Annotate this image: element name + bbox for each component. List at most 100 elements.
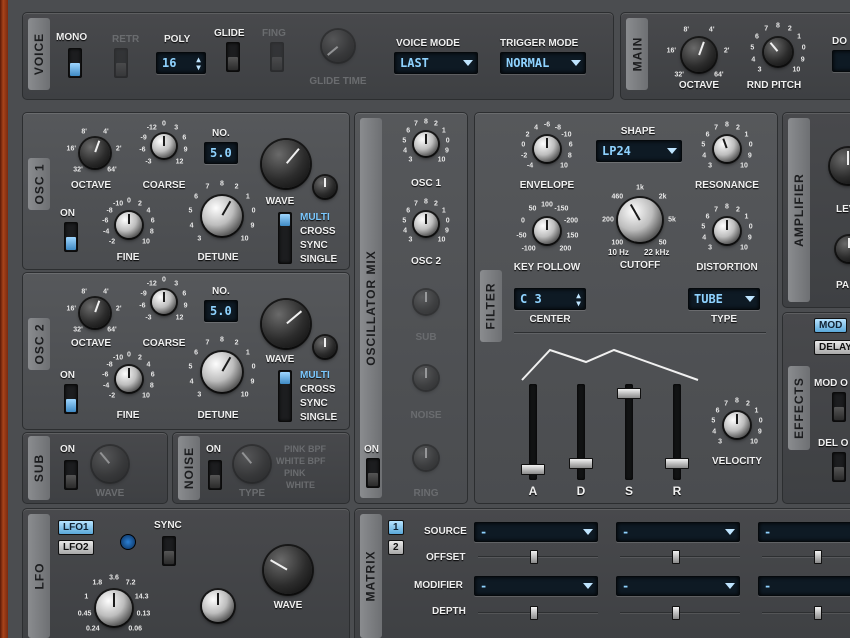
- matrix-slot3-depth-slider[interactable]: [762, 612, 850, 613]
- lfo-rate-knob[interactable]: [96, 590, 132, 626]
- main-octave-knob[interactable]: [682, 38, 716, 72]
- poly-display[interactable]: 16 ▲ ▼: [156, 52, 206, 74]
- effects-delay-switch[interactable]: [832, 452, 846, 482]
- lfo-led-button[interactable]: [120, 534, 136, 550]
- mix-osc1-knob[interactable]: [414, 132, 438, 156]
- filter-resonance-knob[interactable]: [714, 136, 740, 162]
- mix-noise-knob[interactable]: [414, 366, 438, 390]
- matrix-slot1-offset-slider[interactable]: [478, 556, 598, 557]
- noise-type-white-bpf[interactable]: WHITE BPF: [276, 456, 326, 466]
- fing-switch[interactable]: [270, 42, 284, 72]
- matrix-page1-button[interactable]: 1: [388, 520, 404, 535]
- lfo2-button[interactable]: LFO2: [58, 540, 94, 555]
- matrix-slot1-modifier-dropdown[interactable]: -: [474, 576, 598, 596]
- osc2-detune-knob[interactable]: [202, 352, 242, 392]
- osc2-octave-knob[interactable]: [80, 298, 110, 328]
- lfo-wave-knob[interactable]: [264, 546, 312, 594]
- osc1-wave-sub-knob[interactable]: [314, 176, 336, 198]
- matrix-slot1-source-dropdown[interactable]: -: [474, 522, 598, 542]
- matrix-slot3-depth-handle[interactable]: [814, 606, 822, 620]
- osc1-octave-knob[interactable]: [80, 138, 110, 168]
- mix-sub-knob[interactable]: [414, 290, 438, 314]
- mono-switch[interactable]: [68, 48, 82, 78]
- matrix-slot3-modifier-dropdown[interactable]: -: [758, 576, 850, 596]
- filter-envelope-knob[interactable]: [534, 136, 560, 162]
- matrix-slot3-offset-handle[interactable]: [814, 550, 822, 564]
- filter-shape-dropdown[interactable]: LP24: [596, 140, 682, 162]
- mix-ring-knob[interactable]: [414, 446, 438, 470]
- trigger-mode-dropdown[interactable]: NORMAL: [500, 52, 586, 74]
- effects-delay-button[interactable]: DELAY: [814, 340, 850, 355]
- osc1-no-display[interactable]: 5.0: [204, 142, 238, 164]
- voice-mode-dropdown[interactable]: LAST: [394, 52, 478, 74]
- matrix-slot1-offset-handle[interactable]: [530, 550, 538, 564]
- knob-tick-number: 10: [740, 244, 748, 252]
- retr-switch[interactable]: [114, 48, 128, 78]
- adsr-sustain-slider[interactable]: [617, 384, 641, 480]
- osc1-fine-knob[interactable]: [116, 212, 142, 238]
- filter-cutoff-knob[interactable]: [618, 198, 662, 242]
- noise-type-knob[interactable]: [234, 446, 270, 482]
- osc1-on-switch[interactable]: [64, 222, 78, 252]
- matrix-page2-button[interactable]: 2: [388, 540, 404, 555]
- adsr-decay-slider[interactable]: [569, 384, 593, 480]
- knob-tick-number: -2: [108, 238, 116, 246]
- osc1-detune-knob[interactable]: [202, 196, 242, 236]
- adsr-release-slider[interactable]: [665, 384, 689, 480]
- effects-mod-button[interactable]: MOD: [814, 318, 848, 333]
- osc2-mode-switch[interactable]: [278, 370, 292, 422]
- osc1-mode-switch[interactable]: [278, 212, 292, 264]
- mix-ring-on-switch[interactable]: [366, 458, 380, 488]
- osc2-wave-knob[interactable]: [262, 300, 310, 348]
- glide-time-label: GLIDE TIME: [309, 76, 367, 87]
- osc2-fine-knob[interactable]: [116, 366, 142, 392]
- knob-tick-number: -100: [521, 245, 536, 253]
- effects-mod-switch[interactable]: [832, 392, 846, 422]
- osc2-mode-sync[interactable]: SYNC: [300, 398, 328, 409]
- sub-on-switch[interactable]: [64, 460, 78, 490]
- glide-time-knob[interactable]: [322, 30, 354, 62]
- sub-wave-knob[interactable]: [92, 446, 128, 482]
- matrix-slot2-offset-slider[interactable]: [620, 556, 740, 557]
- osc1-wave-knob[interactable]: [262, 140, 310, 188]
- matrix-slot2-depth-handle[interactable]: [672, 606, 680, 620]
- osc2-no-display[interactable]: 5.0: [204, 300, 238, 322]
- rnd-pitch-knob[interactable]: [764, 38, 792, 66]
- filter-distortion-knob[interactable]: [714, 218, 740, 244]
- matrix-slot1-depth-slider[interactable]: [478, 612, 598, 613]
- osc2-mode-multi[interactable]: MULTI: [300, 370, 330, 381]
- osc2-coarse-knob[interactable]: [152, 290, 176, 314]
- matrix-slot2-depth-slider[interactable]: [620, 612, 740, 613]
- matrix-slot2-offset-handle[interactable]: [672, 550, 680, 564]
- osc1-mode-single[interactable]: SINGLE: [300, 254, 337, 265]
- osc1-mode-sync[interactable]: SYNC: [300, 240, 328, 251]
- matrix-slot3-source-dropdown[interactable]: -: [758, 522, 850, 542]
- filter-center-display[interactable]: C 3 ▲ ▼: [514, 288, 586, 310]
- osc2-mode-single[interactable]: SINGLE: [300, 412, 337, 423]
- lfo-amount-knob[interactable]: [202, 590, 234, 622]
- glide-switch[interactable]: [226, 42, 240, 72]
- mix-osc2-knob[interactable]: [414, 212, 438, 236]
- filter-key-follow-knob[interactable]: [534, 218, 560, 244]
- filter-type-dropdown[interactable]: TUBE: [688, 288, 760, 310]
- adsr-attack-slider[interactable]: [521, 384, 545, 480]
- knob-tick-number: -150: [554, 205, 569, 213]
- matrix-slot2-source-dropdown[interactable]: -: [616, 522, 740, 542]
- matrix-slot1-depth-handle[interactable]: [530, 606, 538, 620]
- osc2-wave-sub-knob[interactable]: [314, 336, 336, 358]
- osc2-mode-cross[interactable]: CROSS: [300, 384, 336, 395]
- osc1-mode-multi[interactable]: MULTI: [300, 212, 330, 223]
- lfo1-button[interactable]: LFO1: [58, 520, 94, 535]
- osc1-coarse-knob[interactable]: [152, 134, 176, 158]
- noise-type-pink[interactable]: PINK: [284, 468, 306, 478]
- lfo-sync-switch[interactable]: [162, 536, 176, 566]
- noise-type-pink-bpf[interactable]: PINK BPF: [284, 444, 326, 454]
- noise-on-switch[interactable]: [208, 460, 222, 490]
- osc1-mode-cross[interactable]: CROSS: [300, 226, 336, 237]
- noise-type-white[interactable]: WHITE: [286, 480, 315, 490]
- matrix-slot2-modifier-dropdown[interactable]: -: [616, 576, 740, 596]
- matrix-slot3-offset-slider[interactable]: [762, 556, 850, 557]
- osc2-on-switch[interactable]: [64, 384, 78, 414]
- main-right-display[interactable]: [832, 50, 850, 72]
- filter-velocity-knob[interactable]: [724, 412, 750, 438]
